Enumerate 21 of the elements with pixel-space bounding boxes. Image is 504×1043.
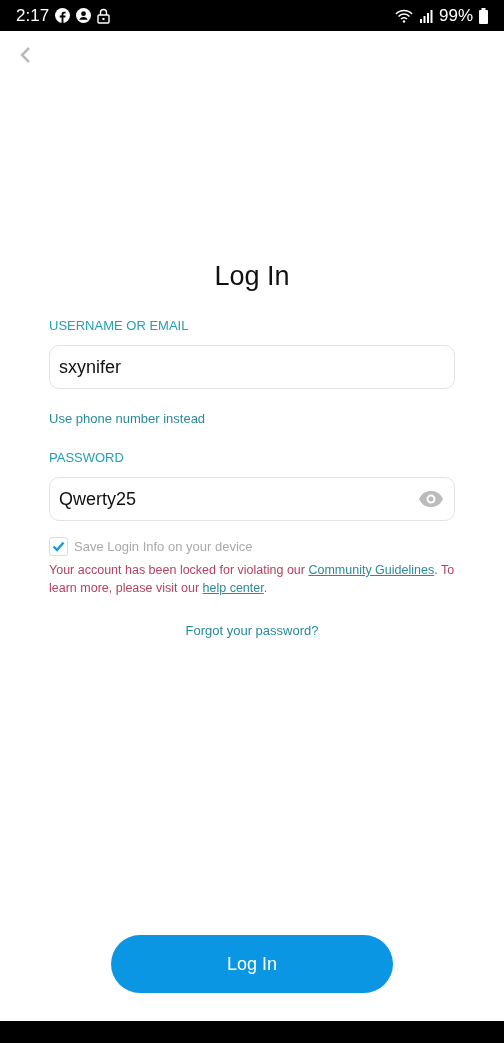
facebook-icon — [55, 8, 71, 23]
save-login-checkbox[interactable] — [49, 537, 68, 556]
account-icon — [76, 8, 92, 23]
username-field[interactable]: sxynifer — [49, 345, 455, 389]
password-field[interactable]: Qwerty25 — [49, 477, 455, 521]
login-button[interactable]: Log In — [111, 935, 393, 993]
eye-icon[interactable] — [419, 491, 443, 507]
wifi-icon — [394, 8, 413, 23]
battery-level: 99% — [438, 5, 473, 26]
forgot-password-link[interactable]: Forgot your password? — [185, 623, 319, 638]
error-message: Your account has been locked for violating our Community Guidelines. To learn more, please visit our help center. — [49, 562, 455, 597]
clock: 2:17 — [16, 5, 50, 26]
field-label: USERNAME OR EMAIL — [49, 318, 190, 333]
phone-link[interactable]: Use phone number instead — [49, 411, 206, 426]
signal-icon — [418, 8, 433, 23]
page-title: Log In — [213, 261, 291, 292]
field-label: PASSWORD — [49, 450, 125, 465]
battery-icon — [479, 7, 488, 24]
lock-icon — [97, 7, 111, 24]
help-link[interactable]: help center — [202, 581, 264, 595]
checkbox-label: Save Login Info on your device — [74, 539, 253, 554]
